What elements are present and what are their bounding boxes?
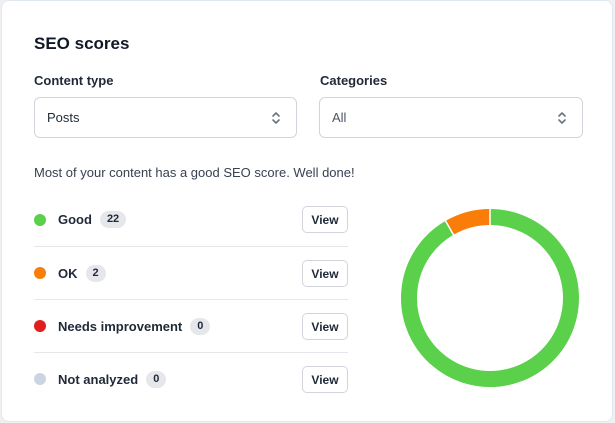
content-type-select[interactable]: Posts — [34, 97, 297, 138]
score-row-ok: OK 2 View — [34, 246, 348, 299]
needs-improvement-status-dot-icon — [34, 320, 46, 332]
chevron-up-down-icon — [558, 112, 566, 124]
score-label: Good — [58, 212, 92, 227]
seo-score-donut-chart — [401, 208, 579, 387]
categories-value: All — [332, 110, 347, 125]
view-not-analyzed-button[interactable]: View — [302, 366, 348, 393]
score-count-badge: 0 — [190, 317, 211, 335]
score-message: Most of your content has a good SEO scor… — [34, 165, 355, 180]
score-row-not-analyzed: Not analyzed 0 View — [34, 352, 348, 405]
good-status-dot-icon — [34, 213, 46, 226]
view-good-button[interactable]: View — [302, 206, 348, 233]
score-label: Needs improvement — [58, 318, 183, 334]
categories-label: Categories — [320, 73, 388, 88]
score-count-badge: 0 — [146, 370, 167, 388]
score-row-needs-improvement: Needs improvement 0 View — [34, 299, 348, 352]
seo-scores-card: SEO scores Content type Posts Categories… — [1, 0, 613, 422]
donut-segment-good — [401, 209, 579, 387]
not-analyzed-status-dot-icon — [34, 373, 46, 385]
content-type-value: Posts — [47, 110, 80, 125]
chevron-up-down-icon — [272, 112, 280, 124]
score-count-badge: 2 — [85, 264, 106, 282]
score-count-badge: 22 — [99, 211, 127, 228]
content-type-label: Content type — [34, 73, 114, 88]
score-row-good: Good 22 View — [34, 193, 348, 246]
score-list: Good 22 View OK 2 View Needs improvement… — [34, 193, 348, 405]
score-label: OK — [58, 265, 78, 281]
score-label: Not analyzed — [58, 371, 139, 387]
card-title: SEO scores — [34, 34, 130, 53]
donut-segment-ok — [445, 209, 491, 235]
ok-status-dot-icon — [34, 267, 46, 279]
view-needs-improvement-button[interactable]: View — [302, 313, 348, 340]
categories-select[interactable]: All — [319, 97, 583, 138]
view-ok-button[interactable]: View — [302, 260, 348, 287]
